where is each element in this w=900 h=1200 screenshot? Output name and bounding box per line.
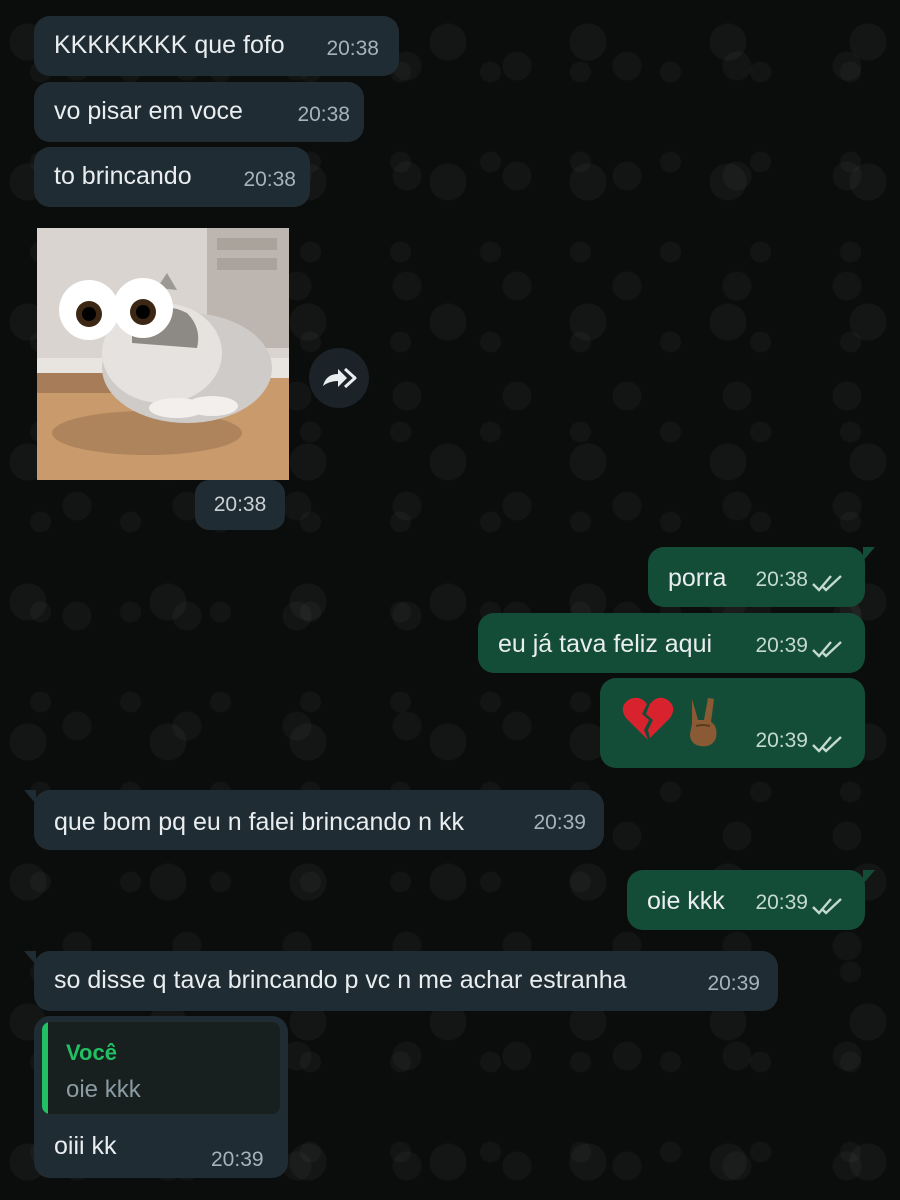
- incoming-message[interactable]: so disse q tava brincando p vc n me acha…: [24, 951, 778, 1011]
- message-time: 20:39: [755, 634, 808, 657]
- message-text: so disse q tava brincando p vc n me acha…: [54, 966, 627, 994]
- message-text: porra: [668, 564, 727, 592]
- quote-author: Você: [66, 1040, 117, 1065]
- message-time: 20:39: [707, 972, 760, 995]
- read-ticks-icon: [812, 736, 842, 753]
- message-text: eu já tava feliz aqui: [498, 630, 713, 658]
- message-text: KKKKKKKK que fofo: [54, 31, 285, 59]
- message-text: oie kkk: [647, 887, 725, 915]
- message-text: vo pisar em voce: [54, 97, 243, 125]
- bubble-tail: [863, 870, 875, 884]
- quoted-message[interactable]: Você oie kkk: [42, 1022, 280, 1114]
- read-ticks-icon: [812, 575, 842, 592]
- bubble-tail: [863, 547, 875, 561]
- forward-icon: [323, 367, 357, 389]
- bubble-tail: [24, 790, 36, 804]
- message-time: 20:38: [326, 37, 379, 60]
- incoming-message[interactable]: to brincando 20:38: [34, 147, 310, 207]
- incoming-message[interactable]: que bom pq eu n falei brincando n kk 20:…: [24, 790, 604, 850]
- message-time: 20:39: [533, 811, 586, 834]
- message-time: 20:38: [755, 568, 808, 591]
- message-text: que bom pq eu n falei brincando n kk: [54, 808, 464, 836]
- outgoing-message[interactable]: eu já tava feliz aqui 20:39: [478, 613, 865, 673]
- message-text: to brincando: [54, 162, 192, 190]
- quote-text: oie kkk: [66, 1076, 141, 1103]
- victory-hand-icon: [690, 698, 717, 747]
- read-ticks-icon: [812, 641, 842, 658]
- message-time: 20:39: [755, 729, 808, 752]
- outgoing-message[interactable]: 20:39: [600, 678, 865, 768]
- message-time: 20:38: [243, 168, 296, 191]
- read-ticks-icon: [812, 898, 842, 915]
- message-time: 20:38: [297, 103, 350, 126]
- message-text: oiii kk: [54, 1132, 117, 1160]
- message-time: 20:39: [755, 891, 808, 914]
- media-time: 20:38: [195, 480, 285, 530]
- message-time: 20:39: [211, 1148, 264, 1171]
- bubble-tail: [24, 951, 36, 965]
- broken-heart-icon: [622, 697, 674, 740]
- sticker-image[interactable]: [37, 228, 289, 480]
- incoming-message[interactable]: KKKKKKKK que fofo 20:38: [34, 16, 399, 76]
- incoming-message[interactable]: vo pisar em voce 20:38: [34, 82, 364, 142]
- quote-accent-bar: [42, 1022, 48, 1114]
- forward-button[interactable]: [309, 348, 369, 408]
- outgoing-message[interactable]: porra 20:38: [648, 547, 875, 607]
- emoji-row: [622, 696, 724, 748]
- outgoing-message[interactable]: oie kkk 20:39: [627, 870, 875, 930]
- cat-sticker-image: [37, 228, 289, 480]
